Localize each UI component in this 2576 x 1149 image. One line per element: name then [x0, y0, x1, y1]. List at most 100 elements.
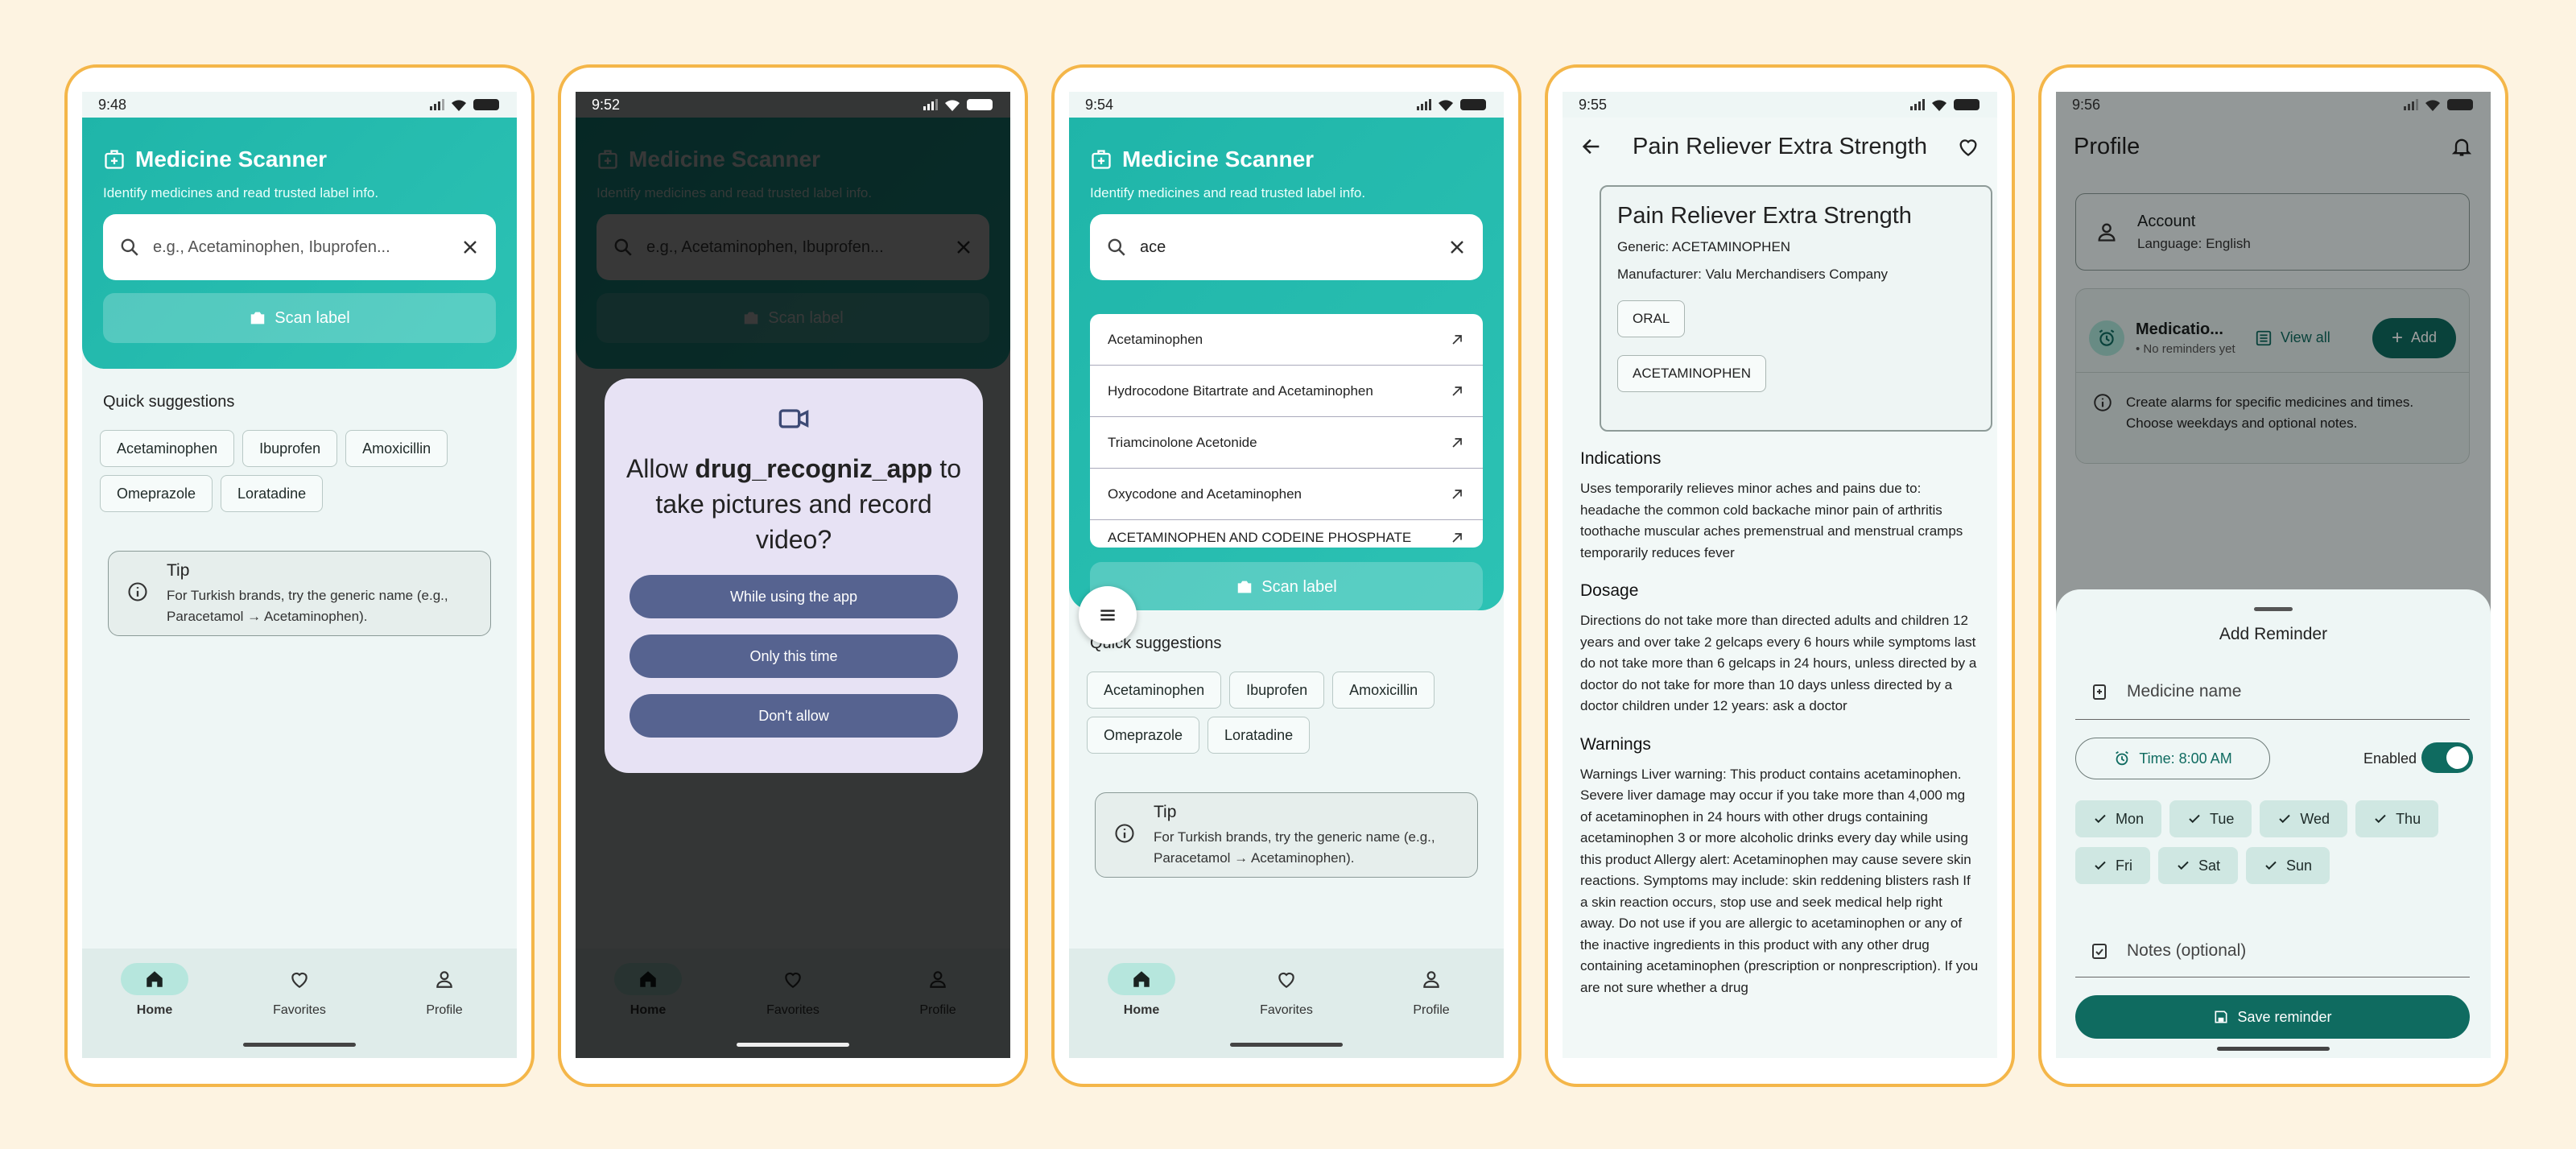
- time-picker-button[interactable]: Time: 8:00 AM: [2075, 738, 2270, 779]
- screen-home: 9:48 Medicine Scanner Identify medicines…: [82, 92, 517, 1058]
- status-time: 9:52: [592, 96, 621, 113]
- info-icon: [1113, 822, 1136, 845]
- menu-fab[interactable]: [1079, 586, 1137, 644]
- tip-text: For Turkish brands, try the generic name…: [167, 588, 448, 624]
- result-item[interactable]: ACETAMINOPHEN AND CODEINE PHOSPHATE: [1090, 520, 1483, 548]
- signal-icon: [1910, 99, 1925, 110]
- dosage-heading: Dosage: [1580, 581, 1639, 600]
- day-chip-fri[interactable]: Fri: [2075, 847, 2150, 884]
- dont-allow-button[interactable]: Don't allow: [630, 694, 958, 738]
- warnings-text: Warnings Liver warning: This product con…: [1580, 766, 1979, 995]
- result-item[interactable]: Oxycodone and Acetaminophen: [1090, 469, 1483, 520]
- day-label: Thu: [2396, 810, 2421, 827]
- scan-label-button[interactable]: Scan label: [1090, 562, 1483, 612]
- phone-profile: 9:56 Profile Account Language: English M…: [2038, 64, 2508, 1087]
- clear-icon[interactable]: [1447, 238, 1467, 257]
- app-title: Medicine Scanner: [1122, 147, 1315, 172]
- search-field[interactable]: e.g., Acetaminophen, Ibuprofen...: [103, 214, 496, 280]
- status-time: 9:54: [1085, 96, 1114, 113]
- clear-icon[interactable]: [460, 238, 480, 257]
- chip-ibuprofen[interactable]: Ibuprofen: [1229, 672, 1325, 709]
- day-chip-sat[interactable]: Sat: [2158, 847, 2239, 884]
- arrow-up-right-icon: [1449, 486, 1465, 502]
- phone-home: 9:48 Medicine Scanner Identify medicines…: [64, 64, 535, 1087]
- nav-home[interactable]: Home: [1089, 963, 1194, 1058]
- result-label: Acetaminophen: [1108, 331, 1203, 347]
- nav-favorites-label: Favorites: [1260, 1003, 1313, 1017]
- only-this-time-button[interactable]: Only this time: [630, 634, 958, 678]
- medicine-name-field[interactable]: Medicine name: [2075, 663, 2470, 720]
- suggestion-chips: Acetaminophen Ibuprofen Amoxicillin Omep…: [100, 430, 502, 512]
- battery-icon: [1460, 99, 1486, 110]
- chip-loratadine[interactable]: Loratadine: [221, 475, 324, 512]
- day-chip-sun[interactable]: Sun: [2246, 847, 2330, 884]
- drug-name: Pain Reliever Extra Strength: [1617, 203, 1912, 229]
- chip-amoxicillin[interactable]: Amoxicillin: [345, 430, 448, 467]
- day-chip-thu[interactable]: Thu: [2355, 800, 2439, 837]
- chip-ibuprofen[interactable]: Ibuprofen: [242, 430, 338, 467]
- battery-icon: [2447, 99, 2473, 110]
- status-bar: 9:52: [576, 92, 1010, 118]
- status-time: 9:56: [2072, 96, 2101, 113]
- gesture-handle: [243, 1043, 356, 1047]
- back-arrow-icon[interactable]: [1580, 135, 1603, 158]
- permission-question: Allow drug_recogniz_app to take pictures…: [605, 451, 983, 557]
- menu-icon: [1097, 605, 1118, 626]
- sheet-drag-handle[interactable]: [2254, 607, 2293, 611]
- chip-amoxicillin[interactable]: Amoxicillin: [1332, 672, 1435, 709]
- while-using-button[interactable]: While using the app: [630, 575, 958, 618]
- nav-profile-label: Profile: [426, 1003, 463, 1017]
- scan-label-button[interactable]: Scan label: [103, 293, 496, 343]
- check-icon: [2093, 858, 2107, 873]
- dialog-buttons: While using the app Only this time Don't…: [605, 575, 983, 738]
- ingredient-row: ACETAMINOPHEN: [1617, 355, 1975, 392]
- nav-profile[interactable]: Profile: [1379, 963, 1484, 1058]
- tip-text: For Turkish brands, try the generic name…: [1154, 829, 1435, 866]
- bottom-nav: Home Favorites Profile: [82, 949, 517, 1058]
- app-title-row: Medicine Scanner: [103, 147, 327, 172]
- manufacturer: Manufacturer: Valu Merchandisers Company: [1617, 267, 1889, 282]
- day-chip-mon[interactable]: Mon: [2075, 800, 2162, 837]
- screen-permission: 9:52 Medicine Scanner Identify medicines…: [576, 92, 1010, 1058]
- weekday-chips: Mon Tue Wed Thu Fri Sat Sun: [2075, 800, 2478, 884]
- check-icon: [2277, 812, 2292, 826]
- home-icon: [144, 969, 165, 990]
- chip-loratadine[interactable]: Loratadine: [1208, 717, 1311, 754]
- nav-home[interactable]: Home: [102, 963, 207, 1058]
- search-placeholder[interactable]: e.g., Acetaminophen, Ibuprofen...: [153, 238, 460, 257]
- result-item[interactable]: Acetaminophen: [1090, 314, 1483, 366]
- clock-icon: [2113, 750, 2131, 767]
- result-item[interactable]: Hydrocodone Bitartrate and Acetaminophen: [1090, 366, 1483, 417]
- dosage-text: Directions do not take more than directe…: [1580, 613, 1977, 713]
- day-label: Fri: [2116, 857, 2132, 874]
- app-subtitle: Identify medicines and read trusted labe…: [1090, 185, 1366, 200]
- nav-home-label: Home: [1123, 1003, 1160, 1017]
- favorite-heart-icon[interactable]: [1957, 135, 1979, 158]
- result-item[interactable]: Triamcinolone Acetonide: [1090, 417, 1483, 469]
- result-label: Hydrocodone Bitartrate and Acetaminophen: [1108, 382, 1373, 399]
- chip-omeprazole[interactable]: Omeprazole: [1087, 717, 1200, 754]
- day-label: Wed: [2300, 810, 2330, 827]
- day-chip-wed[interactable]: Wed: [2260, 800, 2348, 837]
- nav-profile[interactable]: Profile: [392, 963, 497, 1058]
- day-chip-tue[interactable]: Tue: [2169, 800, 2252, 837]
- add-reminder-sheet: Add Reminder Medicine name Time: 8:00 AM…: [2056, 589, 2491, 1058]
- tip-card: Tip For Turkish brands, try the generic …: [108, 551, 491, 636]
- day-label: Sun: [2286, 857, 2313, 874]
- search-value[interactable]: ace: [1140, 238, 1447, 257]
- person-icon: [434, 969, 455, 990]
- save-reminder-button[interactable]: Save reminder: [2075, 995, 2470, 1039]
- chip-acetaminophen[interactable]: Acetaminophen: [1087, 672, 1222, 709]
- enabled-toggle[interactable]: [2421, 742, 2473, 773]
- scan-label-text: Scan label: [275, 308, 350, 327]
- screen-profile: 9:56 Profile Account Language: English M…: [2056, 92, 2491, 1058]
- route-tag: ORAL: [1617, 300, 1686, 337]
- gesture-handle: [2217, 1047, 2330, 1051]
- battery-icon: [967, 99, 993, 110]
- chip-acetaminophen[interactable]: Acetaminophen: [100, 430, 235, 467]
- signal-icon: [923, 99, 938, 110]
- chip-omeprazole[interactable]: Omeprazole: [100, 475, 213, 512]
- permission-dialog: Allow drug_recogniz_app to take pictures…: [605, 378, 983, 773]
- search-field[interactable]: ace: [1090, 214, 1483, 280]
- notes-field[interactable]: Notes (optional): [2075, 924, 2470, 977]
